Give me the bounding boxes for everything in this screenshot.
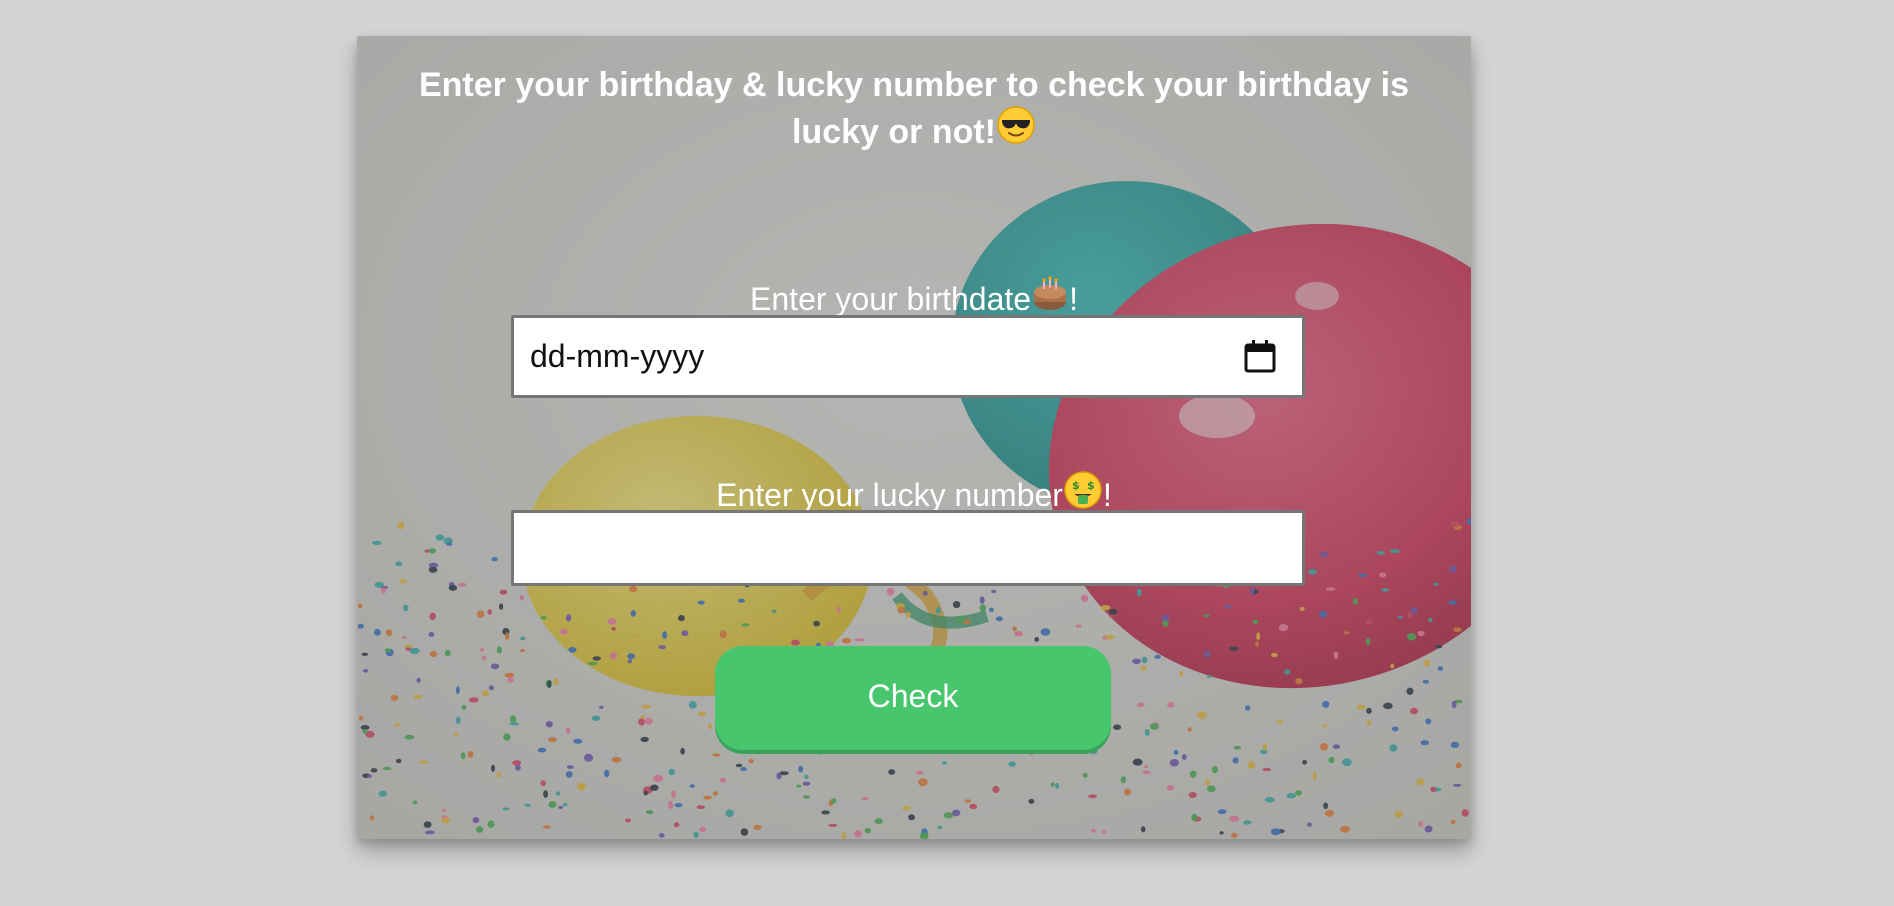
birthdate-placeholder[interactable]: dd-mm-yyyy	[530, 338, 704, 375]
calendar-icon[interactable]	[1244, 339, 1276, 373]
lucky-number-label-text: Enter your lucky number	[716, 476, 1063, 513]
lucky-number-input[interactable]	[511, 510, 1305, 586]
heading-line-1: Enter your birthday & lucky number to ch…	[418, 66, 1409, 104]
heading-line-2: lucky or not!	[791, 112, 997, 151]
svg-text:$: $	[1087, 479, 1095, 492]
lucky-birthday-card: Enter your birthday & lucky number to ch…	[357, 36, 1471, 839]
birthdate-input[interactable]: dd-mm-yyyy	[511, 315, 1305, 398]
check-button[interactable]: Check	[715, 646, 1111, 750]
birthdate-label-text: Enter your birthdate	[750, 280, 1032, 317]
svg-text:$: $	[1072, 479, 1080, 492]
lucky-number-label-suffix: !	[1102, 476, 1112, 513]
sunglasses-smiley-icon	[996, 105, 1036, 157]
page-heading: Enter your birthday & lucky number to ch…	[387, 62, 1441, 160]
birthdate-label-suffix: !	[1069, 280, 1078, 317]
